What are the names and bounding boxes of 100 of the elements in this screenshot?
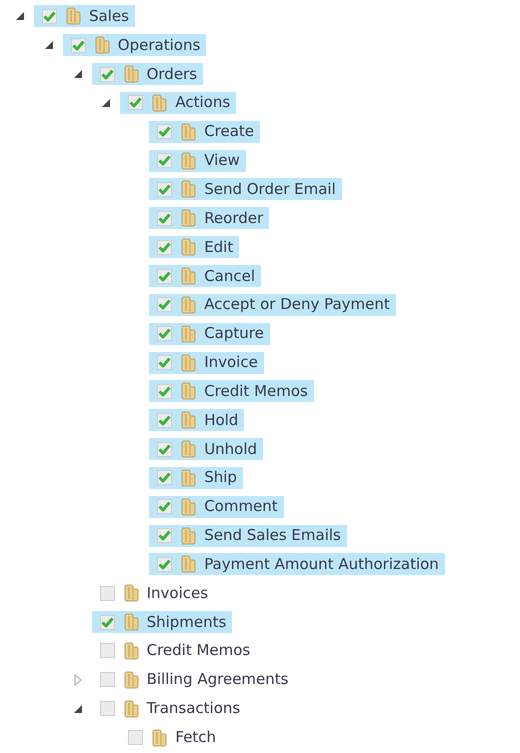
checkbox[interactable] [157,297,172,312]
tree-item[interactable]: Ship [149,466,243,489]
item-label: Payment Amount Authorization [204,556,439,572]
tree-item[interactable]: Invoice [149,352,264,374]
checkbox[interactable] [100,701,115,716]
folder-icon [180,122,196,141]
checkbox[interactable] [157,124,172,140]
checkbox[interactable] [157,442,172,457]
item-label: Comment [204,499,278,514]
tree-item[interactable]: Transactions [92,698,246,720]
folder-icon [180,209,196,228]
checkbox[interactable] [157,384,172,399]
folder-icon [180,267,196,286]
tree-item[interactable]: Fetch [120,726,222,749]
checkbox[interactable] [128,730,144,746]
tree-item[interactable]: View [149,150,246,172]
tree-item[interactable]: Credit Memos [92,640,256,662]
item-label: Transactions [146,701,240,716]
folder-icon [151,94,168,112]
checkbox[interactable] [100,672,115,688]
tree-item[interactable]: Send Order Email [149,178,342,200]
checkbox[interactable] [128,95,144,110]
checkbox[interactable] [157,182,172,197]
folder-icon [180,382,196,400]
tree-item[interactable]: Credit Memos [149,380,314,402]
folder-icon [122,642,139,660]
item-label: Sales [89,8,129,24]
folder-icon [122,613,139,632]
item-label: Unhold [204,442,258,457]
checkbox[interactable] [157,470,172,486]
folder-icon [180,152,196,170]
tree-item[interactable]: Actions [120,92,236,114]
tree-item[interactable]: Edit [149,236,240,258]
tree-item[interactable]: Cancel [149,265,262,288]
collapse-arrow-icon[interactable] [72,68,84,80]
folder-icon [122,584,139,602]
checkbox[interactable] [157,556,172,572]
checkbox[interactable] [157,326,172,342]
checkbox[interactable] [157,210,172,226]
folder-icon [122,700,139,718]
folder-icon [151,728,168,747]
checkbox[interactable] [157,355,172,370]
tree-item[interactable]: Reorder [149,207,270,230]
checkbox[interactable] [100,586,115,601]
folder-icon [180,440,196,458]
collapse-arrow-icon[interactable] [100,96,112,109]
tree-item[interactable]: Invoices [92,582,214,604]
folder-icon [180,238,196,256]
tree-item[interactable]: Create [149,120,260,143]
item-label: Hold [204,412,238,428]
folder-icon [180,411,196,430]
expand-arrow-icon[interactable] [72,674,84,686]
item-label: Invoice [204,355,258,370]
item-label: Fetch [175,730,216,746]
checkbox[interactable] [157,499,172,514]
folder-icon [180,468,196,487]
checkbox[interactable] [157,412,172,428]
tree-item[interactable]: Accept or Deny Payment [149,294,396,316]
tree-item[interactable]: Hold [149,409,244,432]
checkbox[interactable] [100,643,115,658]
item-label: Credit Memos [146,643,250,658]
collapse-arrow-icon[interactable] [42,39,55,52]
tree-item[interactable]: Billing Agreements [92,668,294,691]
tree-item[interactable]: Unhold [149,438,264,460]
tree-item[interactable]: Sales [34,5,135,28]
item-label: Invoices [146,586,208,601]
tree-item[interactable]: Capture [149,322,270,345]
tree-item[interactable]: Payment Amount Authorization [149,553,445,576]
item-label: Credit Memos [204,384,308,399]
tree-item[interactable]: Comment [149,496,284,518]
folder-icon [180,180,196,198]
tree-item[interactable]: Send Sales Emails [149,524,347,547]
folder-icon [180,354,196,372]
checkbox[interactable] [157,240,172,255]
item-label: Create [204,124,254,140]
folder-icon [94,36,110,54]
checkbox[interactable] [100,66,115,82]
checkbox[interactable] [42,8,57,24]
folder-icon [180,555,196,574]
collapse-arrow-icon[interactable] [72,702,84,715]
item-label: Send Order Email [204,182,336,197]
checkbox[interactable] [100,614,115,630]
checkbox[interactable] [157,153,172,168]
checkbox[interactable] [157,268,172,284]
item-label: Accept or Deny Payment [204,297,390,312]
folder-icon [180,498,196,516]
item-label: Actions [175,95,230,110]
tree-item[interactable]: Shipments [92,611,232,634]
item-label: View [204,153,240,168]
folder-icon [180,296,196,314]
item-label: Shipments [146,614,226,630]
checkbox[interactable] [70,38,86,53]
collapse-arrow-icon[interactable] [14,10,26,22]
item-label: Ship [204,470,237,486]
checkbox[interactable] [157,528,172,544]
folder-icon [65,7,81,26]
tree-item[interactable]: Operations [62,34,206,56]
item-label: Reorder [204,210,264,226]
tree-item[interactable]: Orders [92,63,204,86]
item-label: Orders [146,66,198,82]
